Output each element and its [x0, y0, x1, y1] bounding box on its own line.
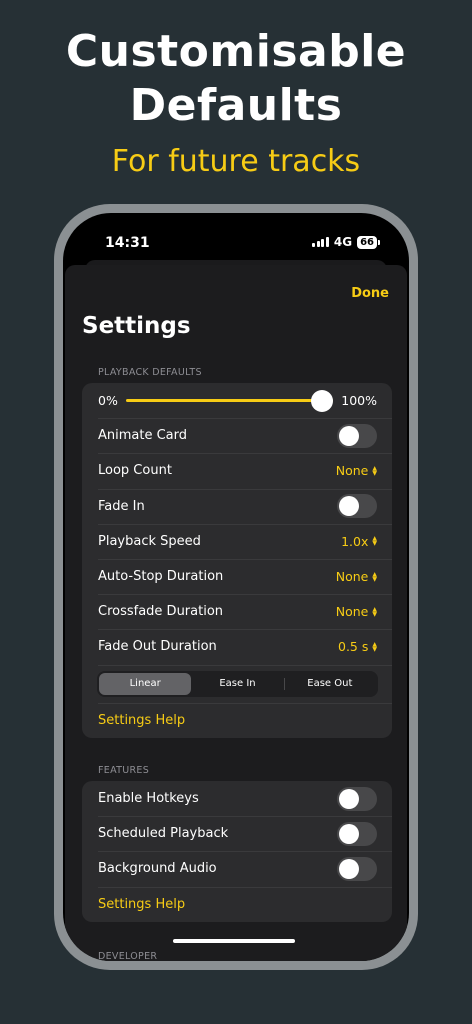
- promo-headline-line1: Customisable: [65, 26, 407, 77]
- cellular-signal-icon: [312, 237, 329, 247]
- playback-speed-label: Playback Speed: [98, 533, 201, 549]
- background-audio-row: Background Audio: [82, 851, 392, 886]
- fade-out-value: 0.5 s: [338, 639, 369, 655]
- section-label-developer: DEVELOPER: [98, 951, 158, 961]
- chevron-up-down-icon: ▲ ▼: [372, 464, 377, 477]
- fade-curve-row: Linear Ease In Ease Out: [82, 664, 392, 703]
- playback-help-row[interactable]: Settings Help: [82, 702, 392, 738]
- promo-subheadline: For future tracks: [111, 144, 361, 179]
- scheduled-playback-toggle[interactable]: [337, 821, 377, 846]
- animate-card-label: Animate Card: [98, 428, 188, 444]
- features-settings-help-link[interactable]: Settings Help: [98, 897, 377, 912]
- fade-in-label: Fade In: [98, 498, 145, 514]
- section-label-playback-defaults: PLAYBACK DEFAULTS: [98, 367, 202, 378]
- chevron-up-down-icon: ▲ ▼: [372, 570, 377, 583]
- crossfade-label: Crossfade Duration: [98, 604, 224, 620]
- scheduled-playback-row: Scheduled Playback: [82, 816, 392, 851]
- status-time: 14:31: [105, 235, 150, 251]
- home-indicator[interactable]: [173, 939, 295, 943]
- enable-hotkeys-row: Enable Hotkeys: [82, 781, 392, 816]
- animate-card-row: Animate Card: [82, 418, 392, 453]
- network-type: 4G: [333, 235, 353, 249]
- playback-speed-row[interactable]: Playback Speed 1.0x ▲ ▼: [82, 523, 392, 559]
- auto-stop-row[interactable]: Auto-Stop Duration None ▲ ▼: [82, 558, 392, 594]
- features-group: Enable Hotkeys Scheduled Playback Backgr…: [82, 781, 392, 922]
- fade-in-toggle[interactable]: [337, 494, 377, 519]
- status-indicators: 4G 66: [312, 235, 380, 249]
- status-bar: 14:31 4G 66: [63, 213, 409, 265]
- crossfade-row[interactable]: Crossfade Duration None ▲ ▼: [82, 594, 392, 629]
- loop-count-picker[interactable]: None ▲ ▼: [336, 463, 377, 478]
- section-label-features: FEATURES: [98, 765, 150, 776]
- animate-card-toggle[interactable]: [337, 423, 377, 448]
- playback-speed-picker[interactable]: 1.0x ▲ ▼: [341, 534, 377, 549]
- segment-ease-out[interactable]: Ease Out: [283, 673, 376, 695]
- promo-headline-line2: Defaults: [129, 80, 343, 131]
- chevron-up-down-icon: ▲ ▼: [372, 605, 377, 618]
- battery-icon: 66: [357, 235, 380, 249]
- page-title: Settings: [82, 313, 191, 339]
- volume-max-label: 100%: [341, 393, 377, 409]
- chevron-up-down-icon: ▲ ▼: [372, 535, 377, 548]
- auto-stop-label: Auto-Stop Duration: [98, 569, 224, 585]
- volume-slider-row: 0% 100%: [82, 383, 392, 418]
- loop-count-value: None: [335, 463, 369, 479]
- volume-slider-thumb[interactable]: [311, 389, 334, 412]
- volume-slider[interactable]: [125, 389, 334, 412]
- phone-frame: 14:31 4G 66 Done Settings PLAYBACK DEFAU…: [54, 204, 418, 970]
- background-audio-toggle[interactable]: [337, 856, 377, 881]
- scheduled-playback-label: Scheduled Playback: [98, 826, 229, 842]
- volume-min-label: 0%: [98, 393, 118, 409]
- enable-hotkeys-label: Enable Hotkeys: [98, 791, 199, 807]
- loop-count-row[interactable]: Loop Count None ▲ ▼: [82, 453, 392, 488]
- fade-curve-segmented-control[interactable]: Linear Ease In Ease Out: [97, 670, 378, 697]
- fade-in-row: Fade In: [82, 488, 392, 524]
- playback-speed-value: 1.0x: [341, 533, 369, 549]
- segment-ease-in[interactable]: Ease In: [191, 673, 283, 695]
- enable-hotkeys-toggle[interactable]: [337, 786, 377, 811]
- crossfade-picker[interactable]: None ▲ ▼: [336, 604, 377, 619]
- features-help-row[interactable]: Settings Help: [82, 886, 392, 922]
- fade-out-row[interactable]: Fade Out Duration 0.5 s ▲ ▼: [82, 629, 392, 664]
- auto-stop-picker[interactable]: None ▲ ▼: [336, 569, 377, 584]
- playback-settings-help-link[interactable]: Settings Help: [98, 713, 377, 728]
- fade-out-label: Fade Out Duration: [98, 639, 217, 655]
- phone-screen: 14:31 4G 66 Done Settings PLAYBACK DEFAU…: [63, 213, 409, 961]
- auto-stop-value: None: [335, 569, 369, 585]
- settings-sheet: Done Settings PLAYBACK DEFAULTS 0% 100% …: [65, 265, 407, 961]
- crossfade-value: None: [335, 604, 369, 620]
- playback-defaults-group: 0% 100% Animate Card Loop Count None▲▼: [82, 383, 392, 738]
- chevron-up-down-icon: ▲ ▼: [372, 640, 377, 653]
- fade-out-picker[interactable]: 0.5 s ▲ ▼: [338, 639, 377, 654]
- volume-slider-track: [125, 399, 334, 403]
- segment-linear[interactable]: Linear: [99, 672, 192, 695]
- done-button[interactable]: Done: [351, 286, 389, 301]
- background-audio-label: Background Audio: [98, 861, 217, 877]
- loop-count-label: Loop Count: [98, 463, 172, 479]
